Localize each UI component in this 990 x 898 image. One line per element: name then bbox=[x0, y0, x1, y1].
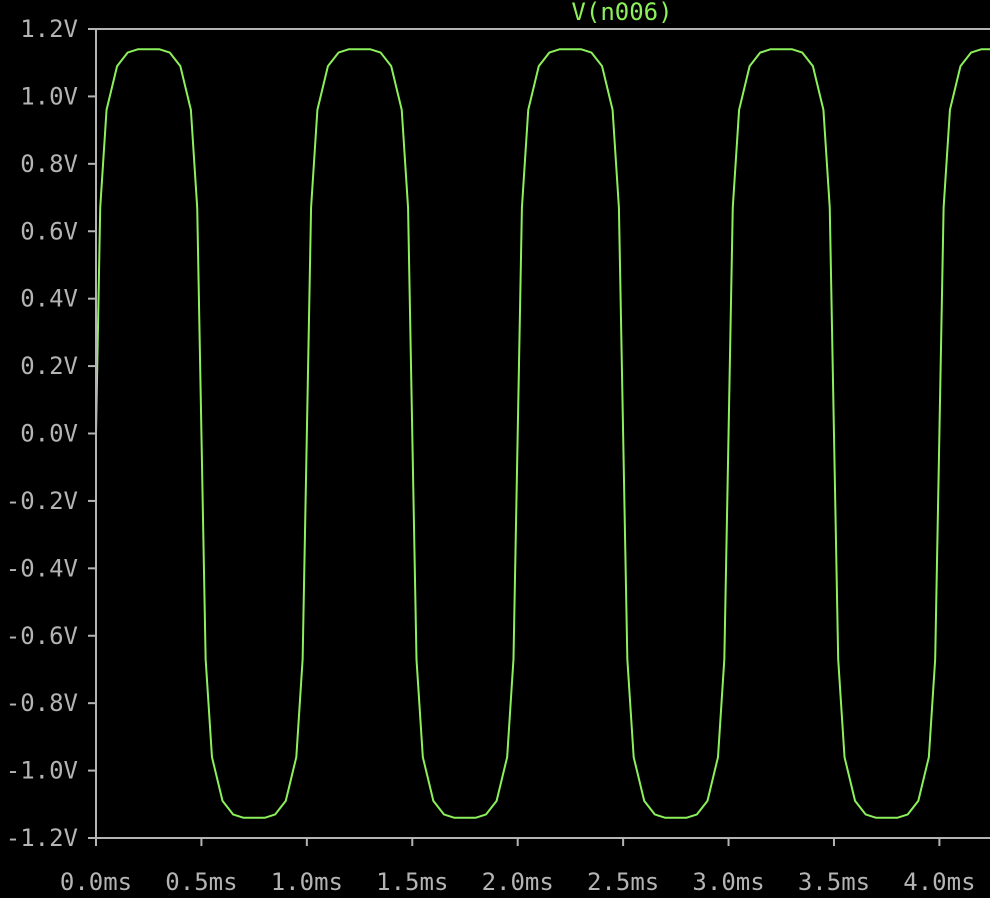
y-tick-label: 0.4V bbox=[20, 285, 78, 313]
y-tick-label: -1.2V bbox=[6, 824, 78, 852]
y-tick-label: 0.2V bbox=[20, 352, 78, 380]
x-tick-label: 0.5ms bbox=[165, 868, 237, 896]
y-tick-label: -0.2V bbox=[6, 487, 78, 515]
x-tick-label: 4.0ms bbox=[903, 868, 975, 896]
y-tick-label: 0.8V bbox=[20, 150, 78, 178]
trace-layer bbox=[95, 48, 990, 819]
x-tick-label: 2.5ms bbox=[587, 868, 659, 896]
y-tick-label: -0.4V bbox=[6, 554, 78, 582]
trace-label[interactable]: V(n006) bbox=[571, 0, 672, 26]
y-tick-label: 1.2V bbox=[20, 15, 78, 43]
trace-line-0 bbox=[95, 48, 990, 819]
x-tick-label: 3.5ms bbox=[798, 868, 870, 896]
x-axis-ticks: 0.0ms 0.5ms 1.0ms 1.5ms 2.0ms 2.5ms 3.0ms 3.5ms… bbox=[60, 838, 976, 896]
y-tick-label: 1.0V bbox=[20, 82, 78, 110]
x-tick-label: 0.0ms bbox=[60, 868, 132, 896]
y-tick-label: -0.8V bbox=[6, 689, 78, 717]
y-tick-label: 0.6V bbox=[20, 217, 78, 245]
y-axis-ticks: 1.2V 1.0V 0.8V 0.6V 0.4V 0.2V 0.0V -0.2V -0.4V -0… bbox=[6, 15, 96, 852]
y-tick-label: 0.0V bbox=[20, 420, 78, 448]
x-tick-label: 1.0ms bbox=[271, 868, 343, 896]
y-tick-label: -1.0V bbox=[6, 757, 78, 785]
plot-frame bbox=[95, 28, 990, 839]
y-tick-label: -0.6V bbox=[6, 622, 78, 650]
x-tick-label: 2.0ms bbox=[482, 868, 554, 896]
waveform-plot: V(n006) 1.2V 1.0V 0.8V 0.6V 0.4V 0.2V 0.0V -0.2… bbox=[6, 0, 990, 896]
x-tick-label: 3.0ms bbox=[692, 868, 764, 896]
x-tick-label: 1.5ms bbox=[376, 868, 448, 896]
